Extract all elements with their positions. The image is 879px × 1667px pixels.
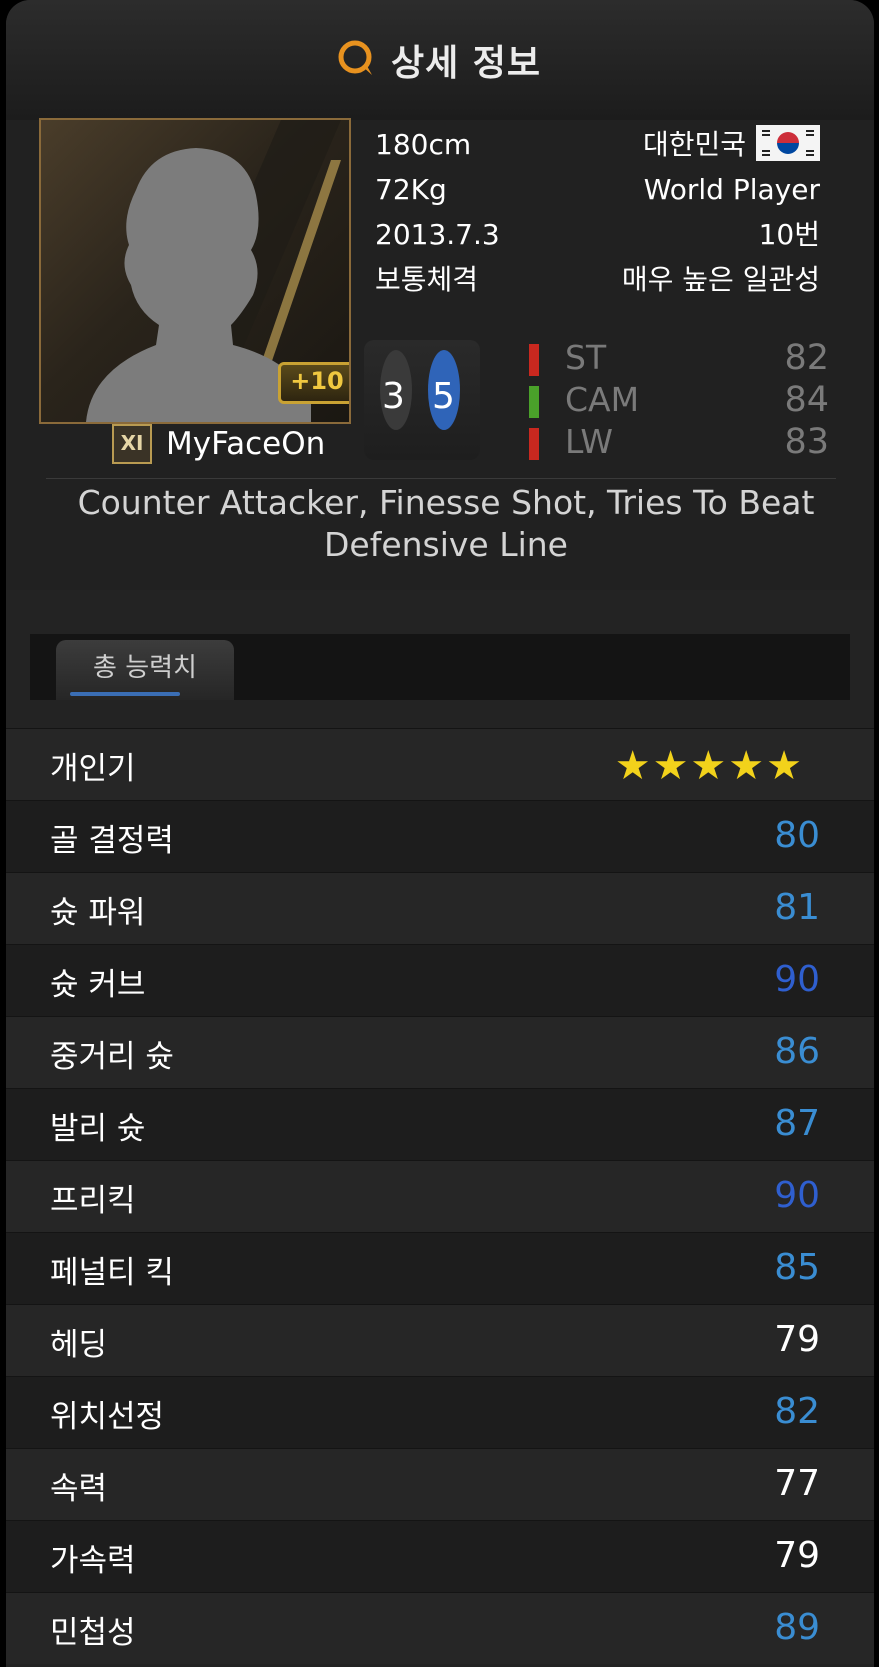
player-class: World Player bbox=[643, 173, 820, 206]
stat-row: 페널티 킥 85 bbox=[6, 1232, 874, 1304]
stats-list: 개인기 ★★★★★ 골 결정력 80 슛 파워 81 슛 커브 90 중거리 슛… bbox=[6, 728, 874, 1664]
stat-row: 헤딩 79 bbox=[6, 1304, 874, 1376]
stat-value: 77 bbox=[774, 1463, 820, 1504]
stat-value: 82 bbox=[774, 1391, 820, 1432]
stat-label: 페널티 킥 bbox=[50, 1255, 174, 1291]
player-name: MyFaceOn bbox=[166, 426, 326, 462]
stat-row: 중거리 슛 86 bbox=[6, 1016, 874, 1088]
stat-value: 89 bbox=[774, 1607, 820, 1648]
stat-label: 프리킥 bbox=[50, 1183, 136, 1219]
player-info-left: 180cm 72Kg 2013.7.3 보통체격 bbox=[375, 122, 500, 302]
stat-label: 개인기 bbox=[50, 751, 136, 787]
player-country: 대한민국 bbox=[642, 128, 746, 161]
player-consistency: 매우 높은 일관성 bbox=[621, 263, 820, 296]
stat-row-popularity: 개인기 ★★★★★ bbox=[6, 728, 874, 800]
foot-ability: 3 5 bbox=[364, 340, 480, 460]
stat-value: 85 bbox=[774, 1247, 820, 1288]
player-name-row: XI MyFaceOn bbox=[112, 424, 325, 464]
position-color-bar bbox=[529, 428, 539, 460]
right-foot-value: 5 bbox=[432, 376, 455, 417]
stat-label: 가속력 bbox=[50, 1543, 136, 1579]
stat-label: 발리 슛 bbox=[50, 1111, 146, 1147]
stat-label: 중거리 슛 bbox=[50, 1039, 174, 1075]
korea-flag-icon bbox=[756, 125, 820, 161]
window-header: 상세 정보 bbox=[6, 0, 874, 121]
stat-value: 87 bbox=[774, 1103, 820, 1144]
star-rating-icon: ★★★★★ bbox=[614, 743, 804, 789]
stat-value: 81 bbox=[774, 887, 820, 928]
divider bbox=[46, 478, 836, 479]
enhance-badge: +10 bbox=[278, 362, 349, 404]
position-row: ST 82 bbox=[529, 338, 829, 380]
position-name: CAM bbox=[565, 380, 640, 419]
tab-bar: 총 능력치 bbox=[30, 634, 850, 700]
stat-row: 민첩성 89 bbox=[6, 1592, 874, 1664]
stat-row: 슛 파워 81 bbox=[6, 872, 874, 944]
position-value: 83 bbox=[784, 422, 829, 462]
stat-row: 슛 커브 90 bbox=[6, 944, 874, 1016]
player-body-type: 보통체격 bbox=[375, 263, 479, 296]
position-value: 84 bbox=[784, 380, 829, 420]
player-traits: Counter Attacker, Finesse Shot, Tries To… bbox=[77, 483, 815, 564]
position-color-bar bbox=[529, 344, 539, 376]
player-number: 10번 bbox=[758, 218, 820, 251]
tab-total-stats[interactable]: 총 능력치 bbox=[56, 640, 234, 700]
stat-value: 86 bbox=[774, 1031, 820, 1072]
stat-row: 가속력 79 bbox=[6, 1520, 874, 1592]
player-weight: 72Kg bbox=[375, 173, 447, 206]
position-row: CAM 84 bbox=[529, 380, 829, 422]
tab-active-indicator bbox=[70, 692, 180, 696]
position-value: 82 bbox=[784, 338, 829, 378]
stat-label: 위치선정 bbox=[50, 1399, 165, 1435]
position-name: LW bbox=[565, 422, 613, 461]
player-photo: +10 bbox=[39, 118, 351, 424]
xi-badge: XI bbox=[112, 424, 152, 464]
position-row: LW 83 bbox=[529, 422, 829, 464]
player-height: 180cm bbox=[375, 128, 472, 161]
stat-label: 헤딩 bbox=[50, 1327, 108, 1363]
player-country-row: 대한민국 bbox=[622, 122, 820, 167]
stat-row: 골 결정력 80 bbox=[6, 800, 874, 872]
stat-value: 80 bbox=[774, 815, 820, 856]
stat-value: 90 bbox=[774, 1175, 820, 1216]
player-detail-window: 상세 정보 +10 XI MyFaceOn 180cm 72Kg 2013.7.… bbox=[6, 0, 874, 1667]
position-color-bar bbox=[529, 386, 539, 418]
stat-label: 슛 파워 bbox=[50, 895, 146, 931]
stat-label: 슛 커브 bbox=[50, 967, 146, 1003]
stat-label: 민첩성 bbox=[50, 1615, 136, 1651]
stat-value: 90 bbox=[774, 959, 820, 1000]
left-foot-value: 3 bbox=[382, 376, 405, 417]
position-name: ST bbox=[565, 338, 607, 377]
stat-label: 골 결정력 bbox=[50, 823, 174, 859]
stat-row: 속력 77 bbox=[6, 1448, 874, 1520]
stat-value: 79 bbox=[774, 1319, 820, 1360]
page-title: 상세 정보 bbox=[391, 43, 542, 84]
player-info-right: 대한민국 World Player 10번 매우 높은 일관성 bbox=[622, 122, 820, 302]
stat-value: 79 bbox=[774, 1535, 820, 1576]
speech-bubble-icon bbox=[338, 40, 372, 75]
player-date: 2013.7.3 bbox=[375, 218, 500, 251]
stat-row: 발리 슛 87 bbox=[6, 1088, 874, 1160]
position-ratings: ST 82 CAM 84 LW 83 bbox=[529, 338, 829, 464]
stat-label: 속력 bbox=[50, 1471, 108, 1507]
stat-row: 프리킥 90 bbox=[6, 1160, 874, 1232]
stat-row: 위치선정 82 bbox=[6, 1376, 874, 1448]
